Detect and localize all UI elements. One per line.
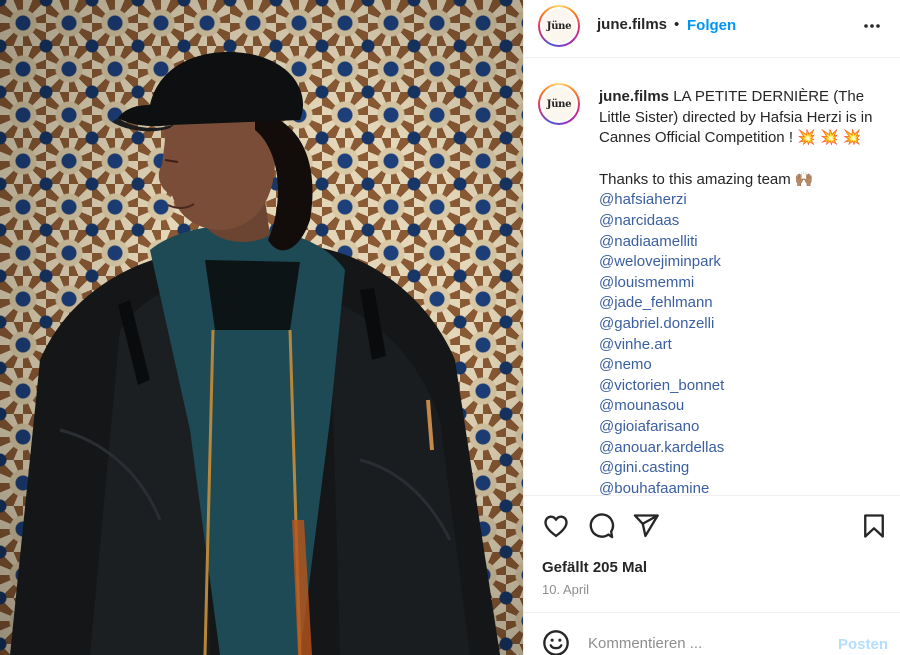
mention-link[interactable]: @nadiaamelliti xyxy=(599,232,889,253)
post-comment-button[interactable]: Posten xyxy=(838,636,888,653)
heart-icon[interactable] xyxy=(542,512,570,540)
mention-link[interactable]: @jade_fehlmann xyxy=(599,293,889,314)
mention-link[interactable]: @bouhafaamine xyxy=(599,479,889,495)
avatar-logo: Jüne xyxy=(542,87,576,121)
bookmark-icon[interactable] xyxy=(860,512,888,540)
caption-sparkles: 💥 💥 💥 xyxy=(797,129,862,147)
mention-link[interactable]: @narcidaas xyxy=(599,211,889,232)
caption-text: june.films LA PETITE DERNIÈRE (The Littl… xyxy=(599,87,889,495)
person-figure xyxy=(10,52,500,655)
comment-bar: Posten xyxy=(524,612,900,655)
follow-button[interactable]: Folgen xyxy=(687,17,736,34)
like-count[interactable]: Gefällt 205 Mal xyxy=(542,559,647,576)
mention-link[interactable]: @vinhe.art xyxy=(599,335,889,356)
comment-bubble-icon[interactable] xyxy=(587,512,615,540)
mention-link[interactable]: @louismemmi xyxy=(599,273,889,294)
emoji-icon[interactable] xyxy=(542,629,570,655)
caption-username[interactable]: june.films xyxy=(599,88,669,105)
post-details-panel: Jüne june.films • Folgen Jüne june.films… xyxy=(523,0,900,655)
post-header: Jüne june.films • Folgen xyxy=(524,0,900,58)
paper-plane-icon[interactable] xyxy=(632,512,660,540)
header-avatar[interactable]: Jüne xyxy=(538,5,580,47)
mention-link[interactable]: @welovejiminpark xyxy=(599,252,889,273)
mention-link[interactable]: @nemo xyxy=(599,355,889,376)
mention-link[interactable]: @gioiafarisano xyxy=(599,417,889,438)
mention-link[interactable]: @victorien_bonnet xyxy=(599,376,889,397)
comment-input[interactable] xyxy=(588,632,828,654)
mention-link[interactable]: @hafsiaherzi xyxy=(599,190,889,211)
action-bar xyxy=(524,495,900,557)
caption-avatar[interactable]: Jüne xyxy=(538,83,580,125)
mention-link[interactable]: @anouar.kardellas xyxy=(599,438,889,459)
post-date[interactable]: 10. April xyxy=(542,582,589,597)
mention-link[interactable]: @gabriel.donzelli xyxy=(599,314,889,335)
caption-area: Jüne june.films LA PETITE DERNIÈRE (The … xyxy=(524,59,900,495)
header-username[interactable]: june.films xyxy=(597,16,667,33)
more-horizontal-icon[interactable] xyxy=(860,14,884,38)
caption-thanks: Thanks to this amazing team 🙌🏽 xyxy=(599,170,814,188)
mention-link[interactable]: @gini.casting xyxy=(599,458,889,479)
avatar-logo: Jüne xyxy=(542,9,576,43)
header-separator: • xyxy=(674,16,680,33)
post-photo[interactable] xyxy=(0,0,523,655)
mention-link[interactable]: @mounasou xyxy=(599,396,889,417)
